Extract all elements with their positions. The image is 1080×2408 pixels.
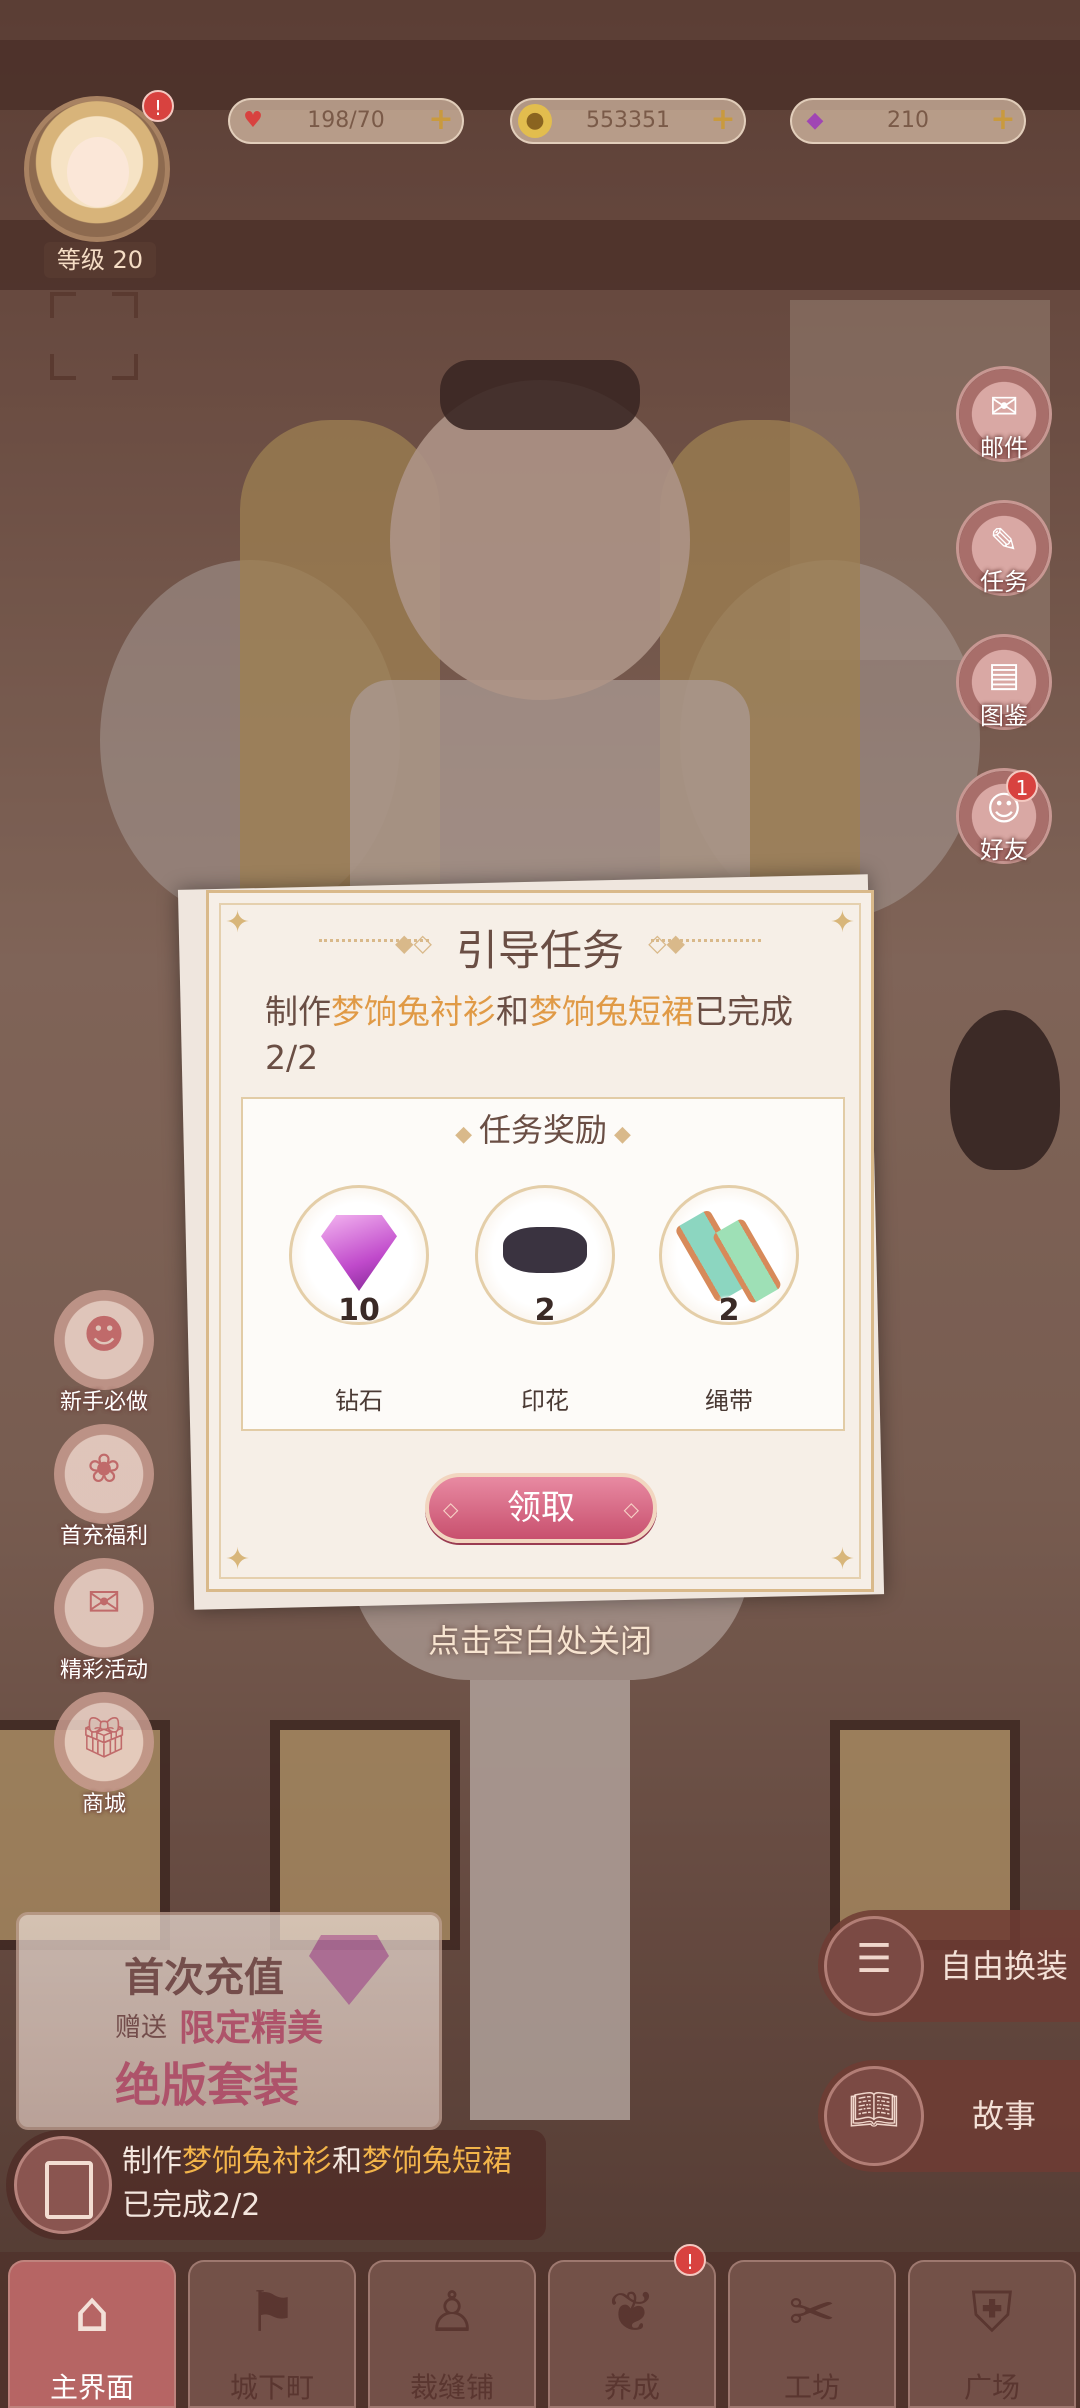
newbie-button[interactable]: ☻ 新手必做 xyxy=(44,1290,164,1415)
task-icon: ✎ xyxy=(989,521,1019,561)
tab-home[interactable]: ⌂ 主界面 xyxy=(8,2260,176,2408)
tab-home-label: 主界面 xyxy=(49,2371,134,2404)
catalog-label: 图鉴 xyxy=(980,702,1028,730)
coin-icon: ● xyxy=(518,104,552,138)
promo-line-1: 首次充值 xyxy=(124,1955,284,2001)
reward-box: ◆ 任务奖励 ◆ 10 钻石 2 印花 2 绳带 xyxy=(241,1097,845,1431)
close-hint[interactable]: 点击空白处关闭 xyxy=(0,1616,1080,1662)
screenshot-frame-icon[interactable] xyxy=(50,292,138,380)
task-item-skirt: 梦饷兔短裙 xyxy=(529,992,694,1031)
heart-icon: ♥ xyxy=(243,108,263,133)
modal-description: 制作梦饷兔衬衫和梦饷兔短裙已完成2/2 xyxy=(265,992,793,1077)
tab-workshop[interactable]: ✂ 工坊 xyxy=(728,2260,896,2408)
add-coin-button[interactable]: + xyxy=(708,105,738,135)
coin-value: 553351 xyxy=(586,108,670,133)
task-item-shirt: 梦饷兔衬衫 xyxy=(331,992,496,1031)
title-deco-line xyxy=(651,939,761,944)
claim-button[interactable]: ◇ 领取 ◇ xyxy=(425,1473,657,1543)
task-button[interactable]: ✎ 任务 xyxy=(956,500,1052,596)
modal-title: 引导任务 xyxy=(455,926,624,975)
promo-gem-icon xyxy=(309,1935,389,2005)
story-label: 故事 xyxy=(971,2097,1036,2135)
friends-icon: ☺ xyxy=(986,789,1022,829)
friends-label: 好友 xyxy=(980,836,1028,864)
tab-tailor-label: 裁缝铺 xyxy=(409,2371,494,2404)
promo-line-2: 赠送 xyxy=(115,2013,168,2043)
task-label: 任务 xyxy=(980,568,1028,596)
workshop-icon: ✂ xyxy=(788,2280,836,2345)
add-stamina-button[interactable]: + xyxy=(426,105,456,135)
reward-count: 10 xyxy=(338,1293,380,1328)
tab-growth[interactable]: ❦ 养成 xyxy=(548,2260,716,2408)
task-strip-status: 已完成2/2 xyxy=(122,2188,261,2223)
home-icon: ⌂ xyxy=(74,2280,110,2345)
reward-count: 2 xyxy=(718,1293,740,1328)
wardrobe-icon: ☰ xyxy=(856,1936,892,1982)
catalog-button[interactable]: ▤ 图鉴 xyxy=(956,634,1052,730)
newbie-icon: ☻ xyxy=(83,1312,125,1358)
diamond-icon: ◆ xyxy=(806,108,824,133)
shop-icon: 🎁︎ xyxy=(78,1715,130,1761)
mail-icon: ✉ xyxy=(989,387,1019,427)
tab-plaza[interactable]: ⛨ 广场 xyxy=(908,2260,1076,2408)
free-dressup-label: 自由换装 xyxy=(939,1947,1068,1985)
growth-icon: ❦ xyxy=(608,2280,656,2345)
first-charge-button[interactable]: ❀ 首充福利 xyxy=(44,1424,164,1549)
reward-title: ◆ 任务奖励 ◆ xyxy=(455,1111,631,1149)
add-diamond-button[interactable]: + xyxy=(988,105,1018,135)
mail-button[interactable]: ✉ 邮件 xyxy=(956,366,1052,462)
story-book-icon: 📖︎ xyxy=(848,2087,900,2133)
stamina-counter: ♥ 198/70 + xyxy=(228,98,464,144)
diamond-counter: ◆ 210 + xyxy=(790,98,1026,144)
avatar-face xyxy=(67,137,129,207)
player-level: 等级 20 xyxy=(44,242,156,278)
promo-line-3: 限定精美 xyxy=(179,2008,324,2049)
tab-workshop-label: 工坊 xyxy=(783,2371,840,2404)
task-strip-text: 制作梦饷兔衬衫和梦饷兔短裙 已完成2/2 xyxy=(122,2144,512,2223)
sparkle-icon: ✦ xyxy=(829,1542,855,1577)
newbie-label: 新手必做 xyxy=(59,1390,148,1415)
bottom-nav: ⌂ 主界面 ⚑ 城下町 ♙ 裁缝铺 ❦ 养成 ✂ 工坊 ⛨ 广场 xyxy=(0,2252,1080,2408)
current-task-strip[interactable]: 制作梦饷兔衬衫和梦饷兔短裙 已完成2/2 xyxy=(6,2130,546,2240)
claim-label: 领取 xyxy=(507,1488,575,1528)
stamina-value: 198/70 xyxy=(307,108,385,133)
reward-count: 2 xyxy=(534,1293,556,1328)
claim-deco-icon: ◇ xyxy=(623,1497,639,1521)
shop-label: 商城 xyxy=(81,1792,126,1817)
diamond-value: 210 xyxy=(887,108,929,133)
tab-plaza-label: 广场 xyxy=(963,2371,1020,2404)
tab-town[interactable]: ⚑ 城下町 xyxy=(188,2260,356,2408)
sparkle-icon: ✦ xyxy=(225,1542,251,1577)
free-dressup-button[interactable]: ☰ 自由换装 xyxy=(818,1910,1080,2022)
friends-badge: 1 xyxy=(1006,770,1038,802)
story-button[interactable]: 📖︎ 故事 xyxy=(818,2060,1080,2172)
coin-counter: ● 553351 + xyxy=(510,98,746,144)
reward-name: 印花 xyxy=(521,1387,569,1415)
tab-growth-label: 养成 xyxy=(603,2371,660,2404)
first-charge-icon: ❀ xyxy=(87,1446,121,1492)
growth-badge: ! xyxy=(674,2244,706,2276)
task-book-icon xyxy=(14,2136,112,2234)
print-icon xyxy=(503,1227,587,1273)
promo-line-4: 绝版套装 xyxy=(115,2058,299,2112)
first-charge-promo-banner[interactable]: 首次充值 赠送 限定精美 绝版套装 xyxy=(16,1912,442,2130)
dress-icon: ♙ xyxy=(426,2280,478,2345)
tab-town-label: 城下町 xyxy=(229,2371,314,2404)
avatar-badge: ! xyxy=(142,90,174,122)
town-flag-icon: ⚑ xyxy=(246,2280,298,2345)
tab-tailor[interactable]: ♙ 裁缝铺 xyxy=(368,2260,536,2408)
guide-task-modal: ✦ ✦ ✦ ✦ ◆◇ 引导任务 ◇◆ 制作梦饷兔衬衫和梦饷兔短裙已完成2/2 ◆… xyxy=(206,890,874,1592)
reward-name: 绳带 xyxy=(705,1387,753,1415)
reward-name: 钻石 xyxy=(335,1387,383,1415)
mail-label: 邮件 xyxy=(980,434,1028,462)
catalog-icon: ▤ xyxy=(987,655,1021,695)
shop-button[interactable]: 🎁︎ 商城 xyxy=(44,1692,164,1817)
first-charge-label: 首充福利 xyxy=(59,1524,148,1549)
plaza-icon: ⛨ xyxy=(971,2280,1013,2345)
